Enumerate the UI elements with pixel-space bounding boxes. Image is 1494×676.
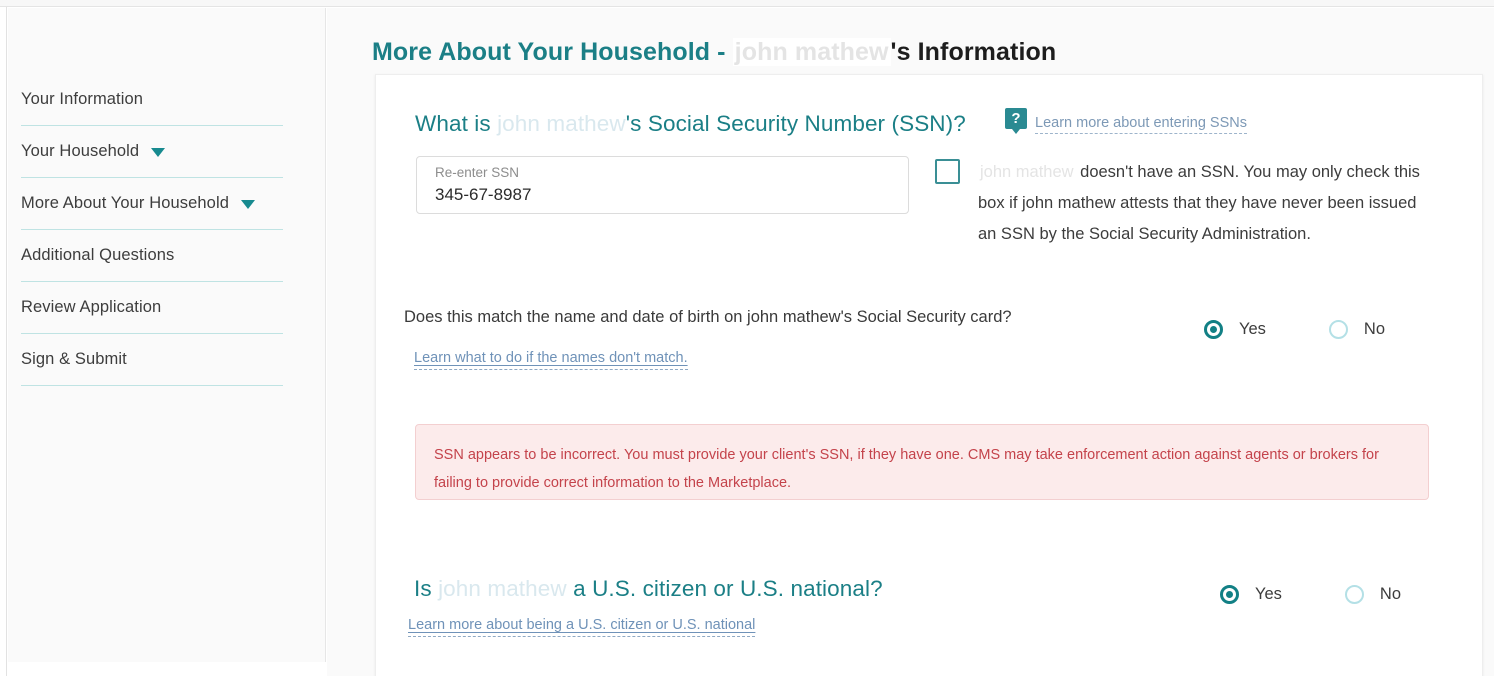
name-dob-match-option-no[interactable]: No xyxy=(1328,320,1386,339)
reenter-ssn-label: Re-enter SSN xyxy=(435,165,520,180)
citizenship-radio-group: Yes No xyxy=(1220,585,1401,604)
chevron-down-icon[interactable] xyxy=(151,148,166,157)
sidebar-item-your-information[interactable]: Your Information xyxy=(21,74,283,126)
reenter-ssn-value: 345-67-8987 xyxy=(435,185,532,204)
citizenship-option-no[interactable]: No xyxy=(1344,585,1402,604)
sidebar-nav-list: Your Information Your Household More Abo… xyxy=(21,74,283,386)
learn-more-citizen-link[interactable]: Learn more about being a U.S. citizen or… xyxy=(408,617,756,637)
ssn-question-prefix: What is xyxy=(415,111,498,136)
top-strip xyxy=(0,0,1494,7)
radio-label: Yes xyxy=(1239,320,1266,338)
sidebar-item-label: Sign & Submit xyxy=(21,350,127,368)
sidebar-item-more-about-your-household[interactable]: More About Your Household xyxy=(21,178,283,230)
ssn-question-heading: What is john mathew's Social Security Nu… xyxy=(415,111,966,137)
citizenship-question-suffix: a U.S. citizen or U.S. national? xyxy=(566,576,883,601)
ssn-question-name: john mathew xyxy=(497,111,626,136)
form-card: What is john mathew's Social Security Nu… xyxy=(375,74,1483,676)
citizenship-question-heading: Is john mathew a U.S. citizen or U.S. na… xyxy=(414,576,883,602)
sidebar-item-your-household[interactable]: Your Household xyxy=(21,126,283,178)
learn-more-entering-ssns-link[interactable]: Learn more about entering SSNs xyxy=(1035,115,1247,134)
reenter-ssn-input[interactable]: Re-enter SSN 345-67-8987 xyxy=(416,156,909,214)
name-dob-match-question: Does this match the name and date of bir… xyxy=(404,308,1012,326)
sidebar-item-label: Your Information xyxy=(21,90,144,108)
citizenship-question-name: john mathew xyxy=(438,576,567,601)
question-mark-help-icon[interactable]: ? xyxy=(1005,108,1027,134)
page-title-name: john mathew xyxy=(732,38,891,66)
ssn-error-banner: SSN appears to be incorrect. You must pr… xyxy=(415,424,1429,500)
no-ssn-checkbox-name: john mathew xyxy=(978,163,1076,181)
ssn-error-message: SSN appears to be incorrect. You must pr… xyxy=(434,447,1379,491)
name-dob-match-radio-group: Yes No xyxy=(1204,320,1385,339)
left-gutter xyxy=(0,7,7,676)
name-dob-match-option-yes[interactable]: Yes xyxy=(1204,320,1266,339)
sidebar-item-review-application[interactable]: Review Application xyxy=(21,282,283,334)
sidebar-item-label: Review Application xyxy=(21,298,162,316)
radio-label: No xyxy=(1379,585,1402,603)
radio-unselected-icon[interactable] xyxy=(1328,320,1348,339)
chevron-down-icon[interactable] xyxy=(241,200,255,209)
names-dont-match-link[interactable]: Learn what to do if the names don't matc… xyxy=(414,350,688,370)
sidebar-item-label: Additional Questions xyxy=(21,246,175,264)
sidebar-item-label: More About Your Household xyxy=(21,194,229,212)
main-content: More About Your Household - john mathew'… xyxy=(327,8,1494,676)
page-title-suffix: 's Information xyxy=(890,38,1057,66)
sidebar: Your Information Your Household More Abo… xyxy=(8,8,326,662)
page-title-prefix: More About Your Household - xyxy=(372,38,733,66)
radio-label: No xyxy=(1363,320,1386,338)
ssn-question-suffix: 's Social Security Number (SSN)? xyxy=(625,111,966,136)
radio-label: Yes xyxy=(1255,585,1282,603)
citizenship-option-yes[interactable]: Yes xyxy=(1220,585,1282,604)
radio-selected-icon[interactable] xyxy=(1204,320,1223,339)
sidebar-item-label: Your Household xyxy=(21,142,140,160)
sidebar-item-sign-and-submit[interactable]: Sign & Submit xyxy=(21,334,283,386)
citizenship-question-prefix: Is xyxy=(414,576,439,601)
no-ssn-checkbox[interactable] xyxy=(935,159,960,184)
radio-selected-icon[interactable] xyxy=(1220,585,1239,604)
no-ssn-checkbox-label: john mathew doesn't have an SSN. You may… xyxy=(978,157,1435,250)
radio-unselected-icon[interactable] xyxy=(1344,585,1364,604)
page-title: More About Your Household - john mathew'… xyxy=(372,38,1056,67)
sidebar-item-additional-questions[interactable]: Additional Questions xyxy=(21,230,283,282)
application-window: Your Information Your Household More Abo… xyxy=(0,0,1494,676)
no-ssn-checkbox-row: john mathew doesn't have an SSN. You may… xyxy=(935,157,1435,250)
